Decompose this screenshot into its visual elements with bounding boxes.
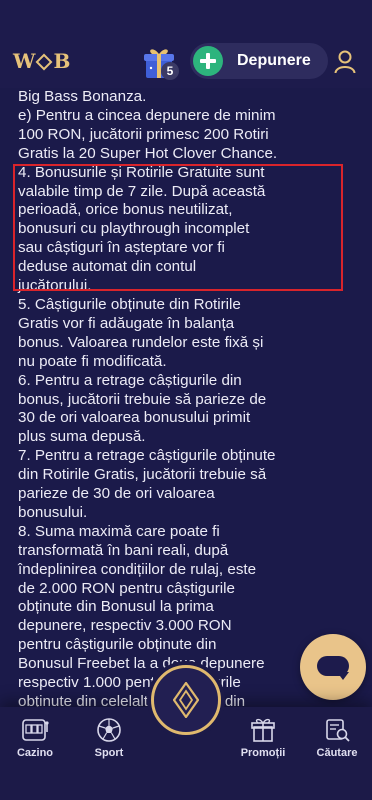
terms-paragraph-4: 4. Bonusurile și Rotirile Gratuite sunt … (18, 163, 266, 295)
slot-machine-icon (22, 719, 49, 741)
terms-paragraph-6: 6. Pentru a retrage câștigurile din bonu… (18, 371, 267, 446)
terms-paragraph-5: 5. Câștigurile obținute din Rotirile Gra… (18, 295, 264, 370)
logo[interactable]: WB (13, 49, 70, 73)
nav-item-sport[interactable]: Sport (74, 716, 144, 759)
user-icon[interactable] (334, 50, 356, 74)
deposit-label: Depunere (237, 52, 311, 69)
terms-paragraph-prev: Big Bass Bonanza. e) Pentru a cincea dep… (18, 88, 278, 162)
nav-item-cazino[interactable]: Cazino (0, 716, 70, 759)
nav-label-promotii: Promoții (240, 747, 286, 759)
nav-label-cazino: Cazino (16, 747, 54, 759)
search-list-icon (326, 719, 350, 742)
top-header: WB 5 Depunere (0, 0, 372, 88)
logo-letter-left: W (13, 49, 36, 73)
nav-label-sport: Sport (94, 747, 124, 759)
logo-letter-right: B (53, 49, 71, 73)
chat-bubble-tail (337, 672, 349, 680)
deposit-button[interactable]: Depunere (190, 43, 328, 79)
nav-item-cautare[interactable]: Căutare (302, 716, 372, 759)
center-home-button[interactable] (151, 665, 221, 735)
logo-diamond-icon (35, 53, 53, 71)
chat-button[interactable] (300, 634, 366, 700)
terms-paragraph-7: 7. Pentru a retrage câștigurile obținute… (18, 447, 276, 521)
soccer-ball-icon (97, 718, 121, 742)
gift-nav-icon (251, 718, 275, 742)
gift-count-badge: 5 (161, 62, 179, 80)
terms-content: Big Bass Bonanza. e) Pentru a cincea dep… (18, 88, 358, 731)
nav-label-cautare: Căutare (316, 747, 358, 759)
nav-item-promotii[interactable]: Promoții (228, 716, 298, 759)
plus-icon (193, 46, 223, 76)
diamond-logo-icon (173, 682, 199, 718)
